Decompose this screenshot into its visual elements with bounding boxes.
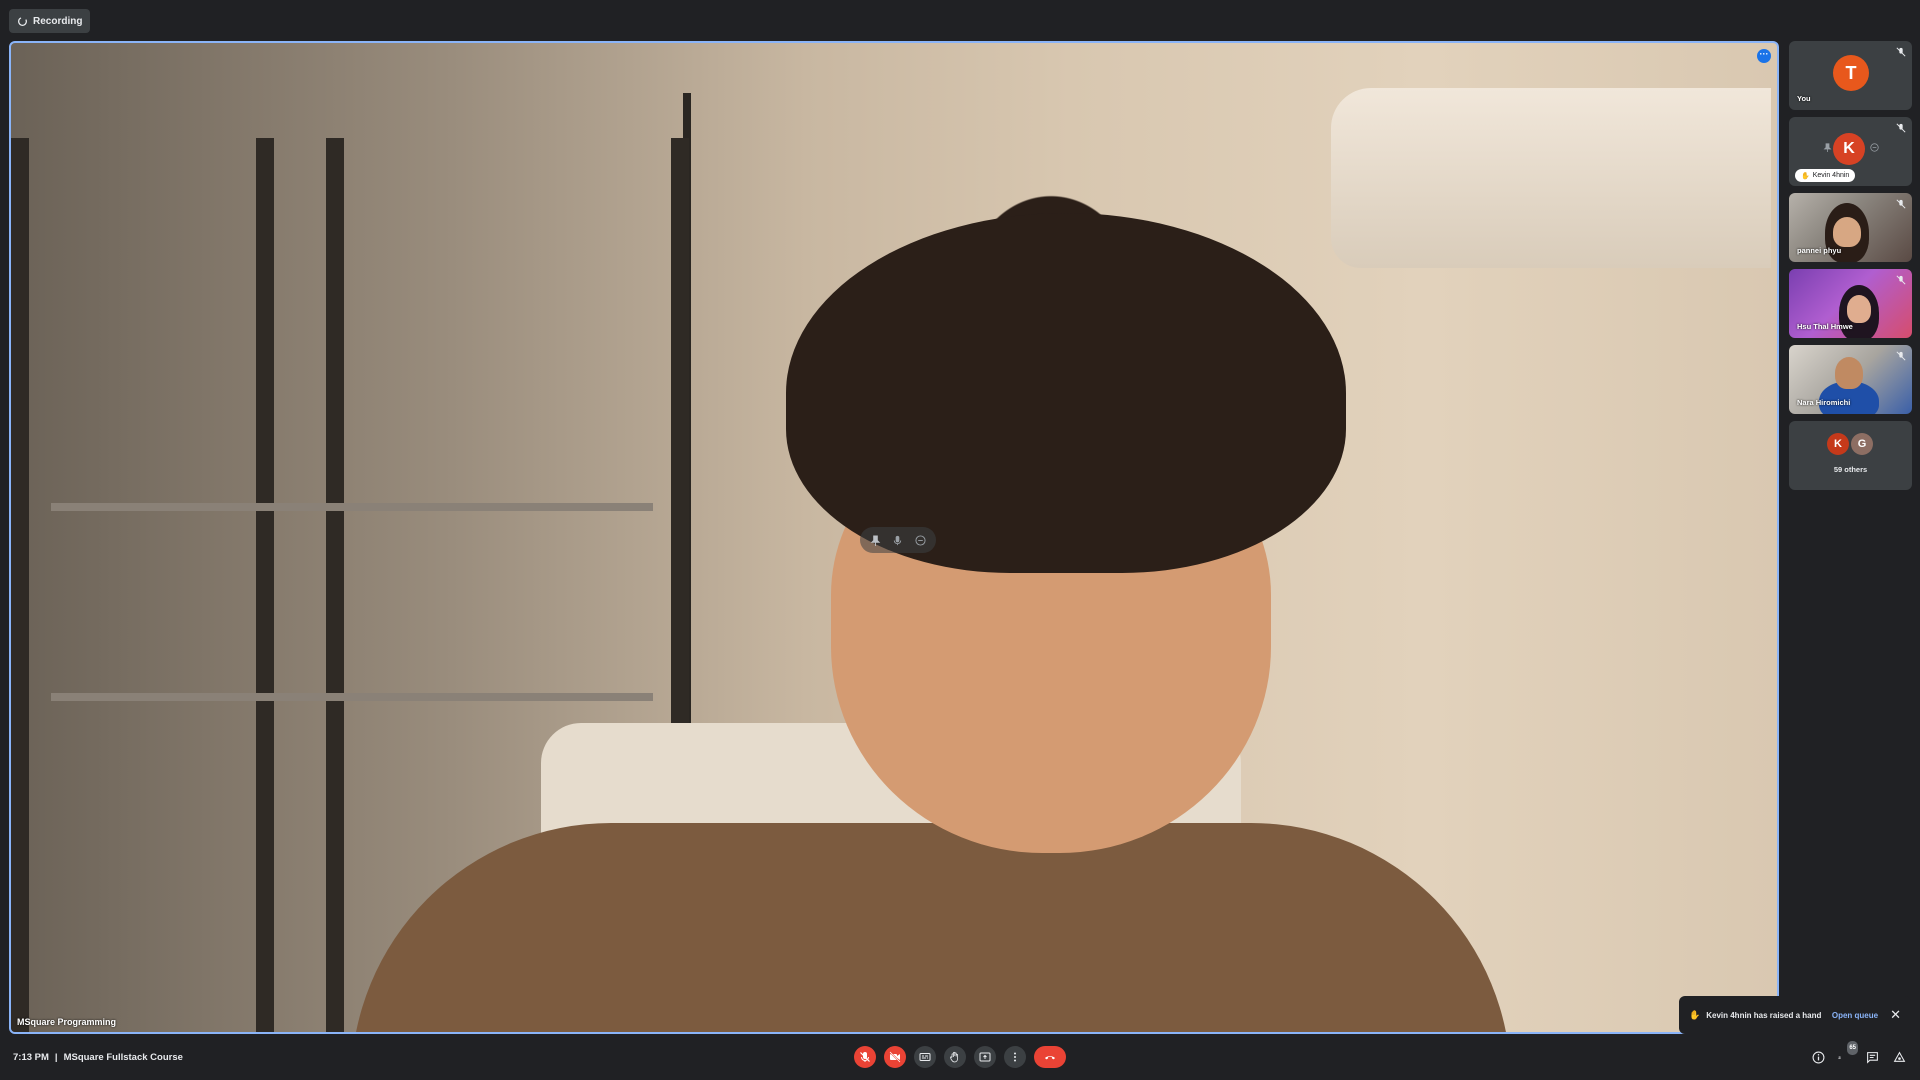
raise-hand-icon: ✋ [1801,172,1810,180]
people-button[interactable]: 65 [1838,1041,1858,1064]
close-icon[interactable]: ✕ [1890,1007,1901,1023]
people-count-badge: 65 [1847,1041,1858,1055]
call-controls [854,1046,1066,1068]
others-label: 59 others [1833,465,1868,474]
participant-name: Kevin 4hnin [1812,172,1850,179]
background-air-conditioner [1331,88,1771,268]
recording-chip[interactable]: Recording [9,9,91,33]
raise-hand-icon [950,1051,958,1063]
mic-off-icon [1896,123,1906,133]
raised-hand-label: ✋ Kevin 4hnin [1795,169,1856,182]
present-icon [979,1052,991,1062]
participant-tile-nara[interactable]: Nara Hiromichi [1789,345,1912,414]
avatar: T [1833,55,1869,91]
bottom-bar: 7:13 PM | MSquare Fullstack Course 65 [0,1040,1920,1080]
participant-name: Hsu Thal Hmwe [1797,322,1853,331]
notification-text: Kevin 4hnin has raised a hand [1706,1010,1822,1020]
recording-label: Recording [33,15,83,27]
meeting-title: MSquare Fullstack Course [63,1052,183,1063]
mic-off-icon [1896,351,1906,361]
mic-off-icon [1896,275,1906,285]
info-button[interactable] [1811,1050,1825,1064]
presenter-hair [786,213,1346,573]
end-call-icon [1045,1056,1055,1060]
mic-toggle-button[interactable] [854,1046,876,1068]
raise-hand-icon: ✋ [1689,1009,1701,1020]
open-queue-link[interactable]: Open queue [1832,1011,1878,1020]
captions-button[interactable] [914,1046,936,1068]
remove-icon[interactable] [1870,143,1879,152]
participant-tile-you[interactable]: T You [1789,41,1912,110]
participant-name: pannei phyu [1797,246,1842,255]
avatar: G [1851,433,1873,455]
separator: | [54,1052,58,1063]
end-call-button[interactable] [1034,1046,1066,1068]
tile-hover-controls [860,527,936,553]
activities-icon [1893,1051,1905,1062]
tile-hover-controls [1823,143,1879,152]
participant-face [1847,295,1871,323]
more-vert-icon [1014,1052,1016,1062]
camera-off-icon [889,1051,901,1063]
activities-button[interactable] [1892,1050,1906,1064]
more-options-button[interactable] [1004,1046,1026,1068]
participant-face [1833,217,1861,247]
more-horiz-icon[interactable]: ··· [1757,49,1771,63]
present-button[interactable] [974,1046,996,1068]
participant-tile-hsu[interactable]: Hsu Thal Hmwe [1789,269,1912,338]
meeting-info: 7:13 PM | MSquare Fullstack Course [13,1052,183,1063]
chat-button[interactable] [1865,1050,1879,1064]
meet-window: Recording ··· MSquare Programming T You … [0,0,1920,1080]
remove-icon[interactable] [914,533,928,547]
mic-off-icon [1896,47,1906,57]
captions-icon [919,1053,931,1061]
mic-off-icon [1896,199,1906,209]
mic-off-icon [860,1052,870,1062]
participant-face [1835,357,1863,389]
recording-icon [18,16,27,26]
raise-hand-button[interactable] [944,1046,966,1068]
raised-hand-notification: ✋ Kevin 4hnin has raised a hand Open que… [1679,996,1911,1034]
others-tile[interactable]: K G 59 others [1789,421,1912,490]
presenter-name: MSquare Programming [17,1017,117,1027]
people-icon [1838,1055,1842,1059]
avatar: K [1827,433,1849,455]
main-video-tile[interactable]: ··· MSquare Programming [9,41,1779,1034]
side-panel-icons: 65 [1811,1041,1906,1064]
participant-tile-kevin[interactable]: K ✋ Kevin 4hnin [1789,117,1912,186]
camera-toggle-button[interactable] [884,1046,906,1068]
info-icon [1812,1051,1824,1063]
chat-icon [1866,1051,1878,1064]
pin-icon[interactable] [1823,143,1832,152]
participant-tile-pannei[interactable]: pannei phyu [1789,193,1912,262]
mic-icon[interactable] [891,533,905,547]
pin-icon[interactable] [868,533,882,547]
presenter-body [351,823,1511,1032]
participant-name: You [1797,94,1811,103]
clock: 7:13 PM [13,1052,49,1063]
participant-name: Nara Hiromichi [1797,398,1851,407]
